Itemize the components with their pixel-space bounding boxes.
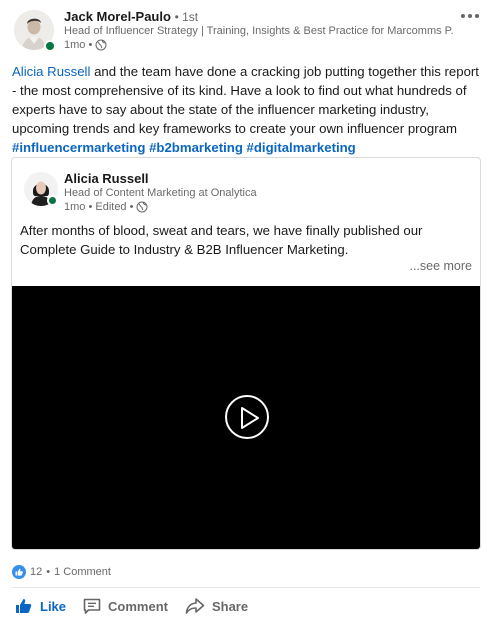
share-button[interactable]: Share <box>178 593 254 619</box>
dot <box>475 14 479 18</box>
shared-online-status-dot <box>47 195 58 206</box>
globe-icon <box>95 39 107 51</box>
shared-author-name[interactable]: Alicia Russell <box>64 171 149 186</box>
shared-post-text: After months of blood, sweat and tears, … <box>20 223 423 257</box>
hashtag-link[interactable]: #b2bmarketing <box>149 140 243 155</box>
shared-author-headline: Head of Content Marketing at Onalytica <box>64 187 257 199</box>
post-meta: 1mo • <box>64 39 107 51</box>
connection-degree: • 1st <box>174 10 199 24</box>
video-player[interactable] <box>12 286 480 549</box>
comment-count[interactable]: 1 Comment <box>54 566 111 578</box>
play-triangle <box>241 407 259 429</box>
dot <box>468 14 472 18</box>
feed-post: Jack Morel-Paulo • 1st Head of Influence… <box>0 0 492 620</box>
shared-post-time: 1mo • Edited • <box>64 201 134 213</box>
hashtag-link[interactable]: #digitalmarketing <box>247 140 356 155</box>
author-name[interactable]: Jack Morel-Paulo <box>64 9 171 24</box>
thumbs-up-glyph <box>15 568 23 576</box>
social-action-bar: Like Comment Share <box>8 592 258 620</box>
online-status-dot <box>44 40 56 52</box>
more-options-icon[interactable] <box>458 8 482 24</box>
author-headline: Head of Influencer Strategy | Training, … <box>64 25 454 37</box>
see-more-link[interactable]: ...see more <box>409 259 472 273</box>
like-button[interactable]: Like <box>8 593 72 619</box>
globe-icon <box>136 201 148 213</box>
like-label: Like <box>40 598 67 614</box>
comment-icon <box>83 598 101 614</box>
reaction-count[interactable]: 12 <box>30 566 42 578</box>
social-counts: 12 • 1 Comment <box>12 563 111 581</box>
shared-post-meta: 1mo • Edited • <box>64 201 148 213</box>
comment-label: Comment <box>108 598 168 614</box>
hashtag-link[interactable]: #influencermarketing <box>12 140 145 155</box>
post-commentary: Alicia Russell and the team have done a … <box>12 62 480 157</box>
comment-button[interactable]: Comment <box>76 593 174 619</box>
post-header: Jack Morel-Paulo • 1st Head of Influence… <box>12 8 480 54</box>
play-icon[interactable] <box>225 395 269 439</box>
share-label: Share <box>211 598 249 614</box>
author-name-line: Jack Morel-Paulo • 1st <box>64 9 198 24</box>
like-reaction-icon[interactable] <box>12 565 26 579</box>
dot <box>461 14 465 18</box>
like-icon <box>16 599 32 613</box>
share-icon <box>185 598 205 614</box>
count-separator: • <box>46 566 51 578</box>
post-time: 1mo • <box>64 39 93 51</box>
mention-link[interactable]: Alicia Russell <box>12 64 90 79</box>
reshared-post-card: Alicia Russell Head of Content Marketing… <box>11 157 481 550</box>
action-divider <box>12 587 480 588</box>
